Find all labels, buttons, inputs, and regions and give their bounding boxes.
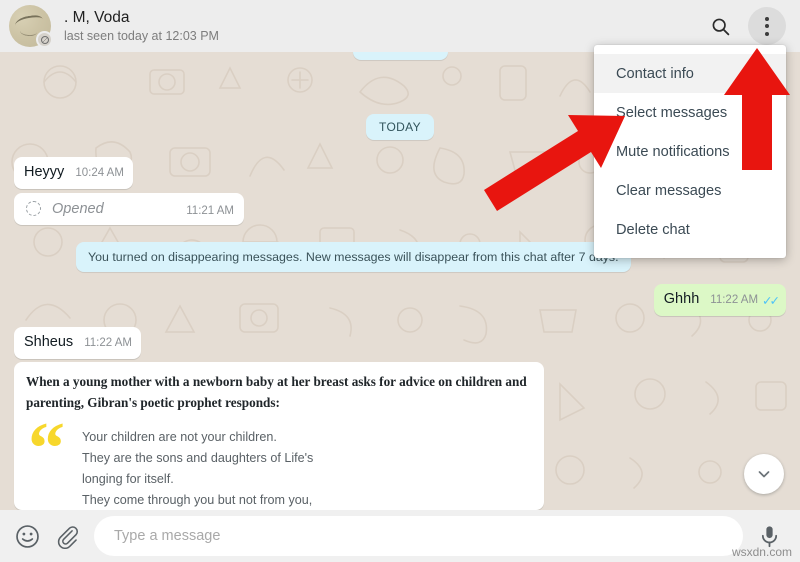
- quote-mark-icon: “: [28, 408, 65, 490]
- message-text: Ghhh: [663, 291, 700, 307]
- message-bubble-opened[interactable]: Opened 11:21 AM: [14, 193, 244, 225]
- smiley-face-icon: [16, 524, 39, 548]
- message-text: Heyyy: [24, 164, 65, 180]
- message-time: 11:22 AM: [710, 294, 759, 306]
- message-time: 11:22 AM: [84, 337, 132, 349]
- menu-item-label: Clear messages: [616, 182, 722, 199]
- quote-line: Your children are not your children.: [82, 430, 277, 444]
- three-dots-vertical-icon: [765, 16, 769, 36]
- chat-options-menu: Contact info Select messages Mute notifi…: [594, 45, 786, 258]
- menu-item-mute-notifications[interactable]: Mute notifications: [594, 132, 786, 171]
- message-input[interactable]: [114, 528, 723, 544]
- site-watermark: wsxdn.com: [731, 545, 792, 559]
- message-time: 11:21 AM: [186, 205, 234, 217]
- contact-name: . M, Voda: [64, 8, 130, 26]
- menu-item-clear-messages[interactable]: Clear messages: [594, 171, 786, 210]
- contact-last-seen: last seen today at 12:03 PM: [64, 28, 219, 43]
- attach-button[interactable]: [55, 524, 80, 549]
- menu-item-label: Select messages: [616, 104, 728, 121]
- avatar[interactable]: [9, 5, 53, 48]
- avatar-status-badge: [36, 31, 53, 48]
- menu-item-contact-info[interactable]: Contact info: [594, 54, 786, 93]
- message-text: Shheus: [24, 334, 74, 350]
- disappearing-messages-icon: [40, 35, 49, 44]
- message-bubble[interactable]: Shheus 11:22 AM: [14, 327, 141, 359]
- whatsapp-chat-window: TODAY Heyyy 10:24 AM Opened 11:21 AM You…: [0, 0, 800, 562]
- paperclip-icon: [57, 525, 78, 549]
- disappearing-messages-notice: You turned on disappearing messages. New…: [76, 242, 631, 272]
- message-bubble[interactable]: Ghhh 11:22 AM ✓✓: [653, 284, 786, 316]
- message-row-article: When a young mother with a newborn baby …: [14, 362, 800, 510]
- quote-line: They are the sons and daughters of Life'…: [82, 451, 314, 465]
- menu-item-select-messages[interactable]: Select messages: [594, 93, 786, 132]
- scroll-to-bottom-button[interactable]: [744, 454, 784, 494]
- menu-item-label: Delete chat: [616, 221, 690, 238]
- menu-item-label: Mute notifications: [616, 143, 730, 160]
- message-row-incoming-3: Shheus 11:22 AM: [14, 327, 800, 359]
- message-row-outgoing-1: Ghhh 11:22 AM ✓✓: [0, 284, 786, 316]
- menu-item-delete-chat[interactable]: Delete chat: [594, 210, 786, 249]
- disappearing-timer-icon: [26, 201, 41, 216]
- message-text: Opened: [52, 201, 104, 217]
- search-button[interactable]: [701, 7, 739, 45]
- message-input-container[interactable]: [94, 516, 743, 556]
- article-message-bubble[interactable]: When a young mother with a newborn baby …: [14, 362, 544, 510]
- menu-button[interactable]: [748, 7, 786, 45]
- header-text-block[interactable]: . M, Voda last seen today at 12:03 PM: [64, 9, 701, 44]
- read-receipt-double-check-icon: ✓✓: [762, 293, 780, 308]
- quote-line: longing for itself.: [82, 472, 174, 486]
- menu-item-label: Contact info: [616, 65, 694, 82]
- message-composer: [0, 510, 800, 562]
- chevron-down-icon: [758, 471, 770, 478]
- search-icon: [712, 18, 729, 35]
- article-quote-block: “ Your children are not your children. T…: [26, 412, 532, 510]
- quote-line: They come through you but not from you,: [82, 493, 313, 507]
- article-lede: When a young mother with a newborn baby …: [26, 374, 527, 410]
- message-time: 10:24 AM: [75, 167, 124, 179]
- emoji-button[interactable]: [14, 523, 41, 550]
- message-meta: 11:22 AM ✓✓: [710, 293, 780, 308]
- message-bubble[interactable]: Heyyy 10:24 AM: [14, 157, 133, 189]
- date-pill: TODAY: [366, 114, 434, 140]
- header-actions: [701, 7, 786, 45]
